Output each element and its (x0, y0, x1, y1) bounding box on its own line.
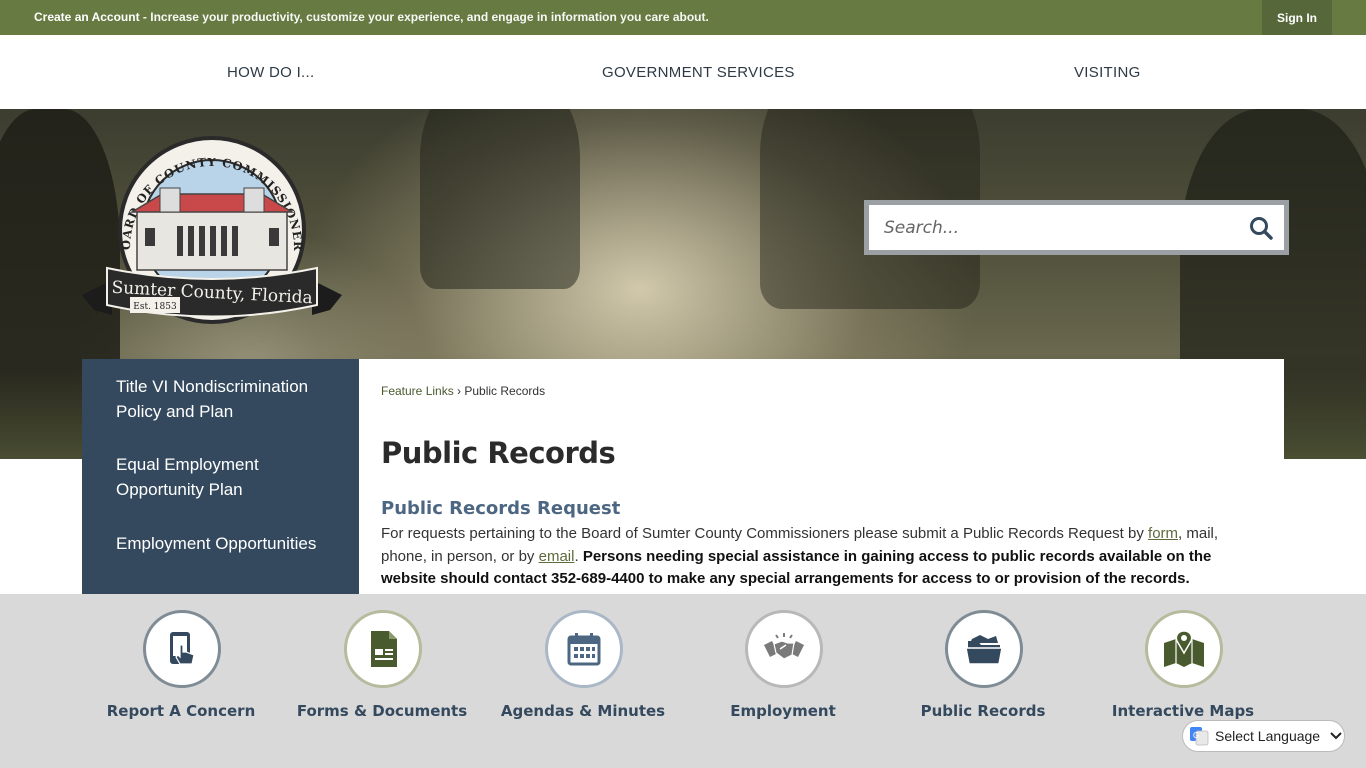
create-account-link[interactable]: Create an Account - Increase your produc… (34, 10, 709, 24)
sidebar-item-equal-employment[interactable]: Equal Employment Opportunity Plan (116, 452, 336, 502)
quicklink-label: Agendas & Minutes (500, 702, 666, 720)
create-account-label: Create an Account (34, 10, 140, 24)
sidebar-item-title-vi[interactable]: Title VI Nondiscrimination Policy and Pl… (116, 374, 336, 424)
logo-est-text: Est. 1853 (133, 302, 177, 312)
breadcrumb-current: Public Records (464, 384, 546, 398)
nav-item-how-do-i[interactable]: HOW DO I... (227, 64, 314, 81)
county-seal-icon: BOARD OF COUNTY COMMISSIONERS Sumter Cou… (77, 119, 342, 324)
search-input[interactable] (869, 205, 1229, 250)
quicklink-interactive-maps[interactable]: Interactive Maps (1083, 610, 1283, 730)
quicklink-label: Interactive Maps (1111, 702, 1255, 720)
handshake-icon (764, 633, 804, 660)
svg-text:G: G (1193, 731, 1199, 740)
breadcrumb-separator: › (453, 384, 465, 398)
email-link[interactable]: email (539, 548, 575, 565)
sign-in-button[interactable]: Sign In (1262, 0, 1332, 35)
form-link[interactable]: form (1148, 525, 1178, 542)
paragraph-text: . (574, 547, 583, 565)
quicklink-circle (945, 610, 1023, 688)
breadcrumb: Feature Links › Public Records (381, 384, 545, 398)
chevron-down-icon (1330, 732, 1342, 740)
sidebar-item-employment-opportunities[interactable]: Employment Opportunities (116, 531, 336, 556)
search-button[interactable] (1248, 215, 1274, 241)
public-records-paragraph: For requests pertaining to the Board of … (381, 523, 1241, 591)
google-translate-icon: G (1190, 727, 1209, 746)
quicklink-public-records[interactable]: Public Records (883, 610, 1083, 730)
quicklink-agendas-minutes[interactable]: Agendas & Minutes (483, 610, 683, 730)
quicklink-circle (545, 610, 623, 688)
paragraph-text: For requests pertaining to the Board of … (381, 525, 1149, 542)
quicklink-circle (143, 610, 221, 688)
nav-item-government-services[interactable]: GOVERNMENT SERVICES (602, 64, 795, 81)
calendar-icon (567, 633, 601, 666)
main-content: Feature Links › Public Records Public Re… (359, 359, 1284, 594)
section-title: Public Records Request (381, 498, 621, 519)
quicklink-label: Public Records (920, 702, 1046, 720)
quicklink-employment[interactable]: Employment (683, 610, 883, 730)
folder-icon (965, 635, 1003, 665)
main-nav: HOW DO I... GOVERNMENT SERVICES VISITING (0, 35, 1366, 109)
sidebar-nav: Title VI Nondiscrimination Policy and Pl… (82, 359, 359, 594)
quicklink-label: Forms & Documents (296, 702, 468, 720)
account-bar: Create an Account - Increase your produc… (0, 0, 1366, 35)
quicklink-forms-documents[interactable]: Forms & Documents (282, 610, 482, 730)
quicklink-circle (1145, 610, 1223, 688)
quick-links-bar: Report A Concern Forms & Documents Agend… (0, 594, 1366, 768)
page-title: Public Records (381, 436, 616, 470)
search-icon (1250, 217, 1273, 240)
search-inner (869, 205, 1284, 250)
language-select-label: Select Language (1215, 728, 1321, 744)
create-account-description: - Increase your productivity, customize … (139, 10, 709, 24)
breadcrumb-feature-links[interactable]: Feature Links (381, 384, 454, 398)
quicklink-report-a-concern[interactable]: Report A Concern (81, 610, 281, 730)
map-pin-icon (1164, 630, 1204, 667)
nav-item-visiting[interactable]: VISITING (1074, 64, 1141, 81)
quicklink-circle (745, 610, 823, 688)
search-box (864, 200, 1289, 255)
quicklink-label: Employment (730, 702, 836, 720)
phone-touch-icon (170, 632, 195, 665)
hero-tree-shape (420, 109, 580, 289)
quicklink-circle (344, 610, 422, 688)
document-icon (371, 631, 397, 667)
quicklink-label: Report A Concern (106, 702, 256, 720)
county-logo[interactable]: BOARD OF COUNTY COMMISSIONERS Sumter Cou… (77, 119, 342, 335)
language-select[interactable]: G Select Language (1182, 720, 1345, 752)
